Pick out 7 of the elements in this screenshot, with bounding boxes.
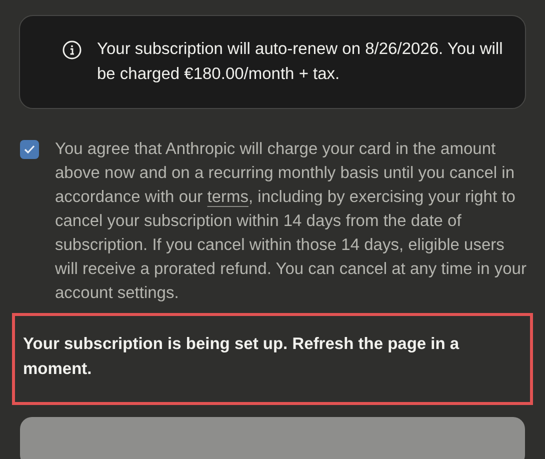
check-icon: [24, 145, 35, 154]
agreement-text: You agree that Anthropic will charge your card in the amount above now and on a recurring monthly basis until you cancel in accordance with our terms, including by exercising your right to cancel your subscription within 14 days from the date of subscription. If you cancel within those 14 days, eligible users will receive a prorated refund. You can cancel at any time in your account settings.: [55, 139, 528, 304]
agreement-checkbox[interactable]: [20, 140, 39, 159]
status-message: Your subscription is being set up. Refresh the page in a moment.: [23, 335, 460, 378]
info-icon: [62, 40, 82, 60]
notice-text: Your subscription will auto-renew on 8/26/2026. You will be charged €180.00/month + tax.: [97, 39, 504, 85]
terms-link[interactable]: terms: [207, 188, 249, 206]
